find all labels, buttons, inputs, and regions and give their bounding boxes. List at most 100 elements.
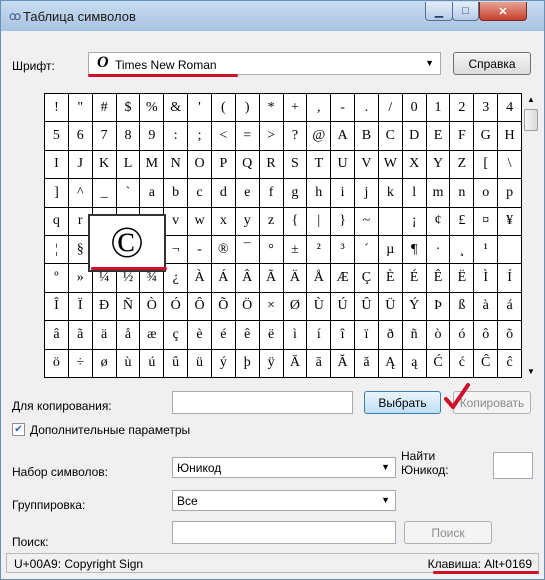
char-cell[interactable]: J (68, 150, 93, 180)
char-cell[interactable]: Ô (188, 292, 212, 322)
char-cell[interactable]: Ë (450, 264, 475, 293)
char-cell[interactable]: # (92, 94, 117, 123)
char-cell[interactable]: ´ (355, 235, 379, 265)
char-cell[interactable]: ý (211, 349, 236, 378)
char-cell[interactable]: 5 (45, 122, 69, 151)
char-cell[interactable]: N (164, 150, 189, 180)
char-cell[interactable]: ð (378, 321, 403, 350)
char-cell[interactable]: Â (235, 264, 260, 293)
char-cell[interactable]: | (307, 207, 332, 236)
char-cell[interactable]: n (450, 179, 475, 208)
char-cell[interactable]: ø (92, 349, 117, 378)
char-cell[interactable]: * (259, 94, 284, 123)
char-cell[interactable]: Ì (474, 264, 499, 293)
char-cell[interactable]: ~ (355, 207, 379, 236)
char-cell[interactable]: - (331, 94, 356, 123)
char-cell[interactable]: Í (498, 264, 522, 293)
char-cell[interactable]: ĉ (498, 349, 522, 378)
char-cell[interactable]: ! (45, 94, 69, 123)
char-cell[interactable]: A (331, 122, 356, 151)
char-cell[interactable]: o (474, 179, 499, 208)
char-cell[interactable]: £ (450, 207, 475, 236)
char-cell[interactable]: S (283, 150, 308, 180)
char-cell[interactable]: h (307, 179, 332, 208)
char-cell[interactable]: p (498, 179, 522, 208)
char-cell[interactable]: Ü (378, 292, 403, 322)
char-cell[interactable]: þ (235, 349, 260, 378)
char-cell[interactable]: H (498, 122, 522, 151)
char-cell[interactable]: G (474, 122, 499, 151)
char-cell[interactable]: Ĉ (474, 349, 499, 378)
char-cell[interactable]: ó (450, 321, 475, 350)
char-cell[interactable]: 8 (116, 122, 141, 151)
char-cell[interactable]: D (402, 122, 427, 151)
char-cell[interactable]: è (188, 321, 212, 350)
char-cell[interactable]: ¦ (45, 235, 69, 265)
char-cell[interactable]: < (211, 122, 236, 151)
char-cell[interactable]: x (211, 207, 236, 236)
char-cell[interactable]: ã (68, 321, 93, 350)
char-cell[interactable]: Ù (307, 292, 332, 322)
char-cell[interactable]: " (68, 94, 93, 123)
copy-input[interactable] (172, 391, 353, 414)
char-cell[interactable]: e (235, 179, 260, 208)
select-button[interactable]: Выбрать (364, 391, 441, 414)
char-cell[interactable]: [ (474, 150, 499, 180)
font-select[interactable]: O Times New Roman ▼ (88, 52, 441, 75)
char-cell[interactable]: \ (498, 150, 522, 180)
char-cell[interactable]: / (378, 94, 403, 123)
char-cell[interactable]: & (164, 94, 189, 123)
char-cell[interactable]: Ć (426, 349, 451, 378)
char-cell[interactable]: Ê (426, 264, 451, 293)
char-cell[interactable]: b (164, 179, 189, 208)
scroll-up-icon[interactable]: ▲ (527, 95, 535, 104)
char-cell[interactable]: ë (259, 321, 284, 350)
char-cell[interactable]: È (378, 264, 403, 293)
char-cell[interactable]: 2 (450, 94, 475, 123)
char-cell[interactable]: Ú (331, 292, 356, 322)
char-cell[interactable]: l (402, 179, 427, 208)
char-cell[interactable]: º (45, 264, 69, 293)
char-cell[interactable]: À (188, 264, 212, 293)
char-cell[interactable]: _ (92, 179, 117, 208)
char-cell[interactable]: { (283, 207, 308, 236)
char-cell[interactable]: Ý (402, 292, 427, 322)
char-cell[interactable]: O (188, 150, 212, 180)
char-cell[interactable]: ú (140, 349, 165, 378)
char-cell[interactable]: Á (211, 264, 236, 293)
char-cell[interactable]: c (188, 179, 212, 208)
char-cell[interactable]: ¤ (474, 207, 499, 236)
char-cell[interactable]: Ą (378, 349, 403, 378)
char-cell[interactable]: m (426, 179, 451, 208)
char-cell[interactable]: j (355, 179, 379, 208)
char-cell[interactable]: à (474, 292, 499, 322)
char-cell[interactable]: ® (211, 235, 236, 265)
char-cell[interactable]: a (140, 179, 165, 208)
char-cell[interactable]: Ā (283, 349, 308, 378)
char-cell[interactable]: @ (307, 122, 332, 151)
char-cell[interactable]: + (283, 94, 308, 123)
close-button[interactable]: ✕ (479, 2, 527, 21)
grid-scrollbar[interactable]: ▲ ▼ (523, 93, 539, 378)
char-cell[interactable]: E (426, 122, 451, 151)
char-cell[interactable]: ò (426, 321, 451, 350)
char-cell[interactable]: V (355, 150, 379, 180)
char-cell[interactable]: ï (355, 321, 379, 350)
scrollbar-thumb[interactable] (524, 109, 538, 131)
char-cell[interactable]: Õ (211, 292, 236, 322)
char-cell[interactable]: } (331, 207, 356, 236)
char-cell[interactable]: ( (211, 94, 236, 123)
char-cell[interactable]: Æ (331, 264, 356, 293)
char-cell[interactable]: Þ (426, 292, 451, 322)
char-cell[interactable]: â (45, 321, 69, 350)
char-cell[interactable]: ù (116, 349, 141, 378)
char-cell[interactable]: ] (45, 179, 69, 208)
char-cell[interactable]: Ø (283, 292, 308, 322)
char-cell[interactable]: ¸ (450, 235, 475, 265)
char-cell[interactable]: ¡ (402, 207, 427, 236)
char-cell[interactable]: ¹ (474, 235, 499, 265)
char-cell[interactable]: Ă (331, 349, 356, 378)
char-cell[interactable]: ) (235, 94, 260, 123)
maximize-button[interactable]: □ (452, 2, 479, 21)
char-cell[interactable]: % (140, 94, 165, 123)
